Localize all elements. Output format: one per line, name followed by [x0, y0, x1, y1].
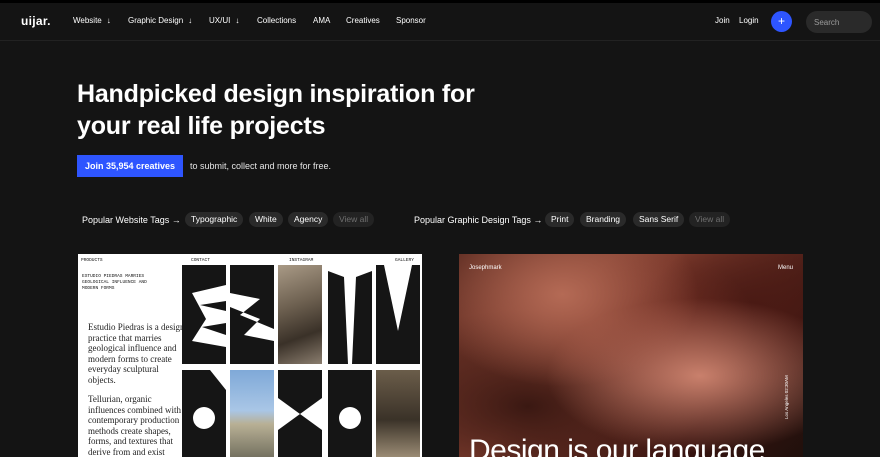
- nav-item-label: Graphic Design: [128, 16, 184, 25]
- website-tags-label: Popular Website Tags →: [82, 215, 181, 225]
- join-link[interactable]: Join: [715, 16, 730, 25]
- card-side-caption: Los Angeles 02:30AM: [784, 375, 789, 419]
- product-photo: [278, 265, 322, 364]
- nav-item-graphic-design[interactable]: Graphic Design ↓: [128, 16, 192, 25]
- inspiration-card-estudio-piedras[interactable]: PRODUCTS CONTACT INSTAGRAM GALLERY ESTUD…: [78, 254, 422, 457]
- card-brand: Josephmark: [469, 265, 502, 271]
- search-input[interactable]: [806, 11, 872, 33]
- nav-item-ux-ui[interactable]: UX/UI ↓: [209, 16, 239, 25]
- nav-item-label: UX/UI: [209, 16, 231, 25]
- card-menu: Menu: [777, 265, 793, 271]
- card-nav-gallery: GALLERY: [395, 258, 414, 263]
- letter-o-tile: [328, 370, 372, 457]
- tag-sans-serif[interactable]: Sans Serif: [633, 212, 685, 227]
- chevron-down-icon: ↓: [188, 16, 193, 25]
- tag-print[interactable]: Print: [545, 212, 575, 227]
- nav-item-label: Website: [73, 16, 102, 25]
- letter-x-tile: [278, 370, 322, 457]
- nav-item-collections[interactable]: Collections: [257, 16, 296, 25]
- card-nav-products: PRODUCTS: [81, 258, 103, 263]
- interior-photo: [376, 370, 420, 457]
- letter-d-tile: [182, 370, 226, 457]
- tag-typographic[interactable]: Typographic: [185, 212, 244, 227]
- tag-white[interactable]: White: [249, 212, 283, 227]
- graphic-tags-label: Popular Graphic Design Tags →: [414, 215, 543, 225]
- inspiration-card-josephmark[interactable]: Josephmark Menu Los Angeles 02:30AM Desi…: [459, 254, 803, 457]
- card-description: Estudio Piedras is a design practice tha…: [88, 322, 188, 457]
- hero-title: Handpicked design inspiration for your r…: [77, 80, 475, 140]
- letter-e-tile: [182, 265, 226, 364]
- nav-item-ama[interactable]: AMA: [313, 16, 330, 25]
- nav-item-sponsor[interactable]: Sponsor: [396, 16, 426, 25]
- chevron-down-icon: ↓: [235, 16, 240, 25]
- website-tags-view-all[interactable]: View all: [333, 212, 375, 227]
- card-paragraph: Tellurian, organic influences combined w…: [88, 394, 181, 457]
- letter-s-tile: [230, 265, 274, 364]
- tag-agency[interactable]: Agency: [288, 212, 329, 227]
- letter-t-tile: [328, 265, 372, 364]
- card-small-caption: ESTUDIO PIEDRAS MARRIES GEOLOGICAL INFLU…: [82, 274, 147, 291]
- chevron-down-icon: ↓: [106, 16, 111, 25]
- site-logo[interactable]: uijar.: [21, 14, 51, 28]
- plus-icon: +: [777, 14, 785, 28]
- top-navigation: uijar. Website ↓ Graphic Design ↓ UX/UI ↓ C…: [0, 3, 880, 41]
- card-nav-contact: CONTACT: [191, 258, 210, 263]
- card-nav-instagram: INSTAGRAM: [289, 258, 314, 263]
- graphic-tags-view-all[interactable]: View all: [689, 212, 731, 227]
- tag-branding[interactable]: Branding: [580, 212, 627, 227]
- card-headline: Design is our language: [469, 434, 765, 457]
- letter-v-tile: [376, 265, 420, 364]
- add-button[interactable]: +: [771, 11, 792, 32]
- cta-subtext: to submit, collect and more for free.: [190, 161, 332, 171]
- landscape-photo: [230, 370, 274, 457]
- join-creatives-button[interactable]: Join 35,954 creatives: [77, 155, 183, 177]
- login-link[interactable]: Login: [739, 16, 759, 25]
- nav-item-creatives[interactable]: Creatives: [346, 16, 380, 25]
- card-paragraph: Estudio Piedras is a design practice tha…: [88, 322, 185, 385]
- nav-item-website[interactable]: Website ↓: [73, 16, 111, 25]
